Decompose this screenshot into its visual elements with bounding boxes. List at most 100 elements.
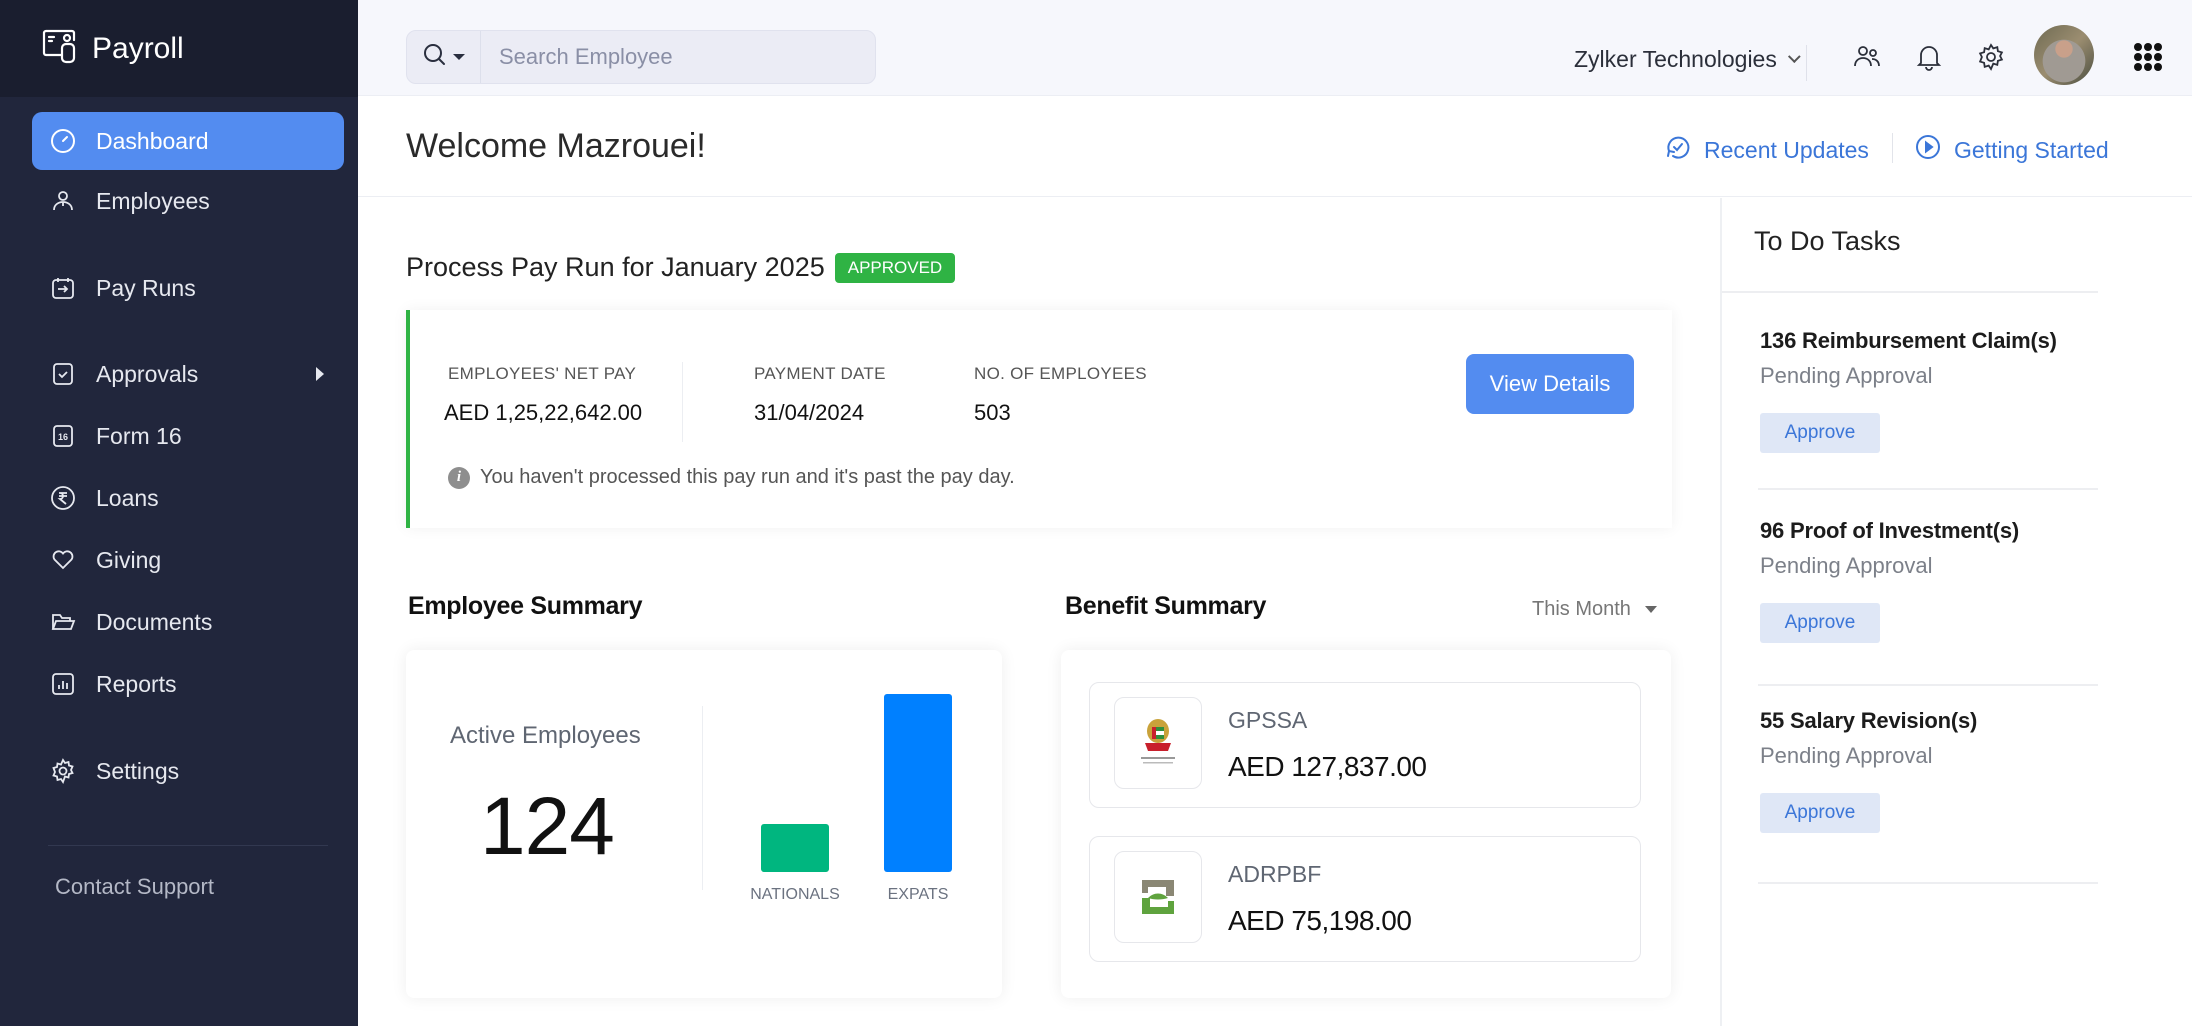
todo-divider bbox=[1722, 291, 2098, 293]
active-employees-label: Active Employees bbox=[450, 722, 641, 749]
benefit-summary-title: Benefit Summary bbox=[1065, 592, 1267, 620]
sidebar-item-dashboard[interactable]: Dashboard bbox=[32, 112, 344, 170]
recent-updates-label: Recent Updates bbox=[1704, 136, 1869, 163]
checkbox-icon bbox=[50, 361, 76, 387]
link-divider bbox=[1892, 133, 1893, 163]
getting-started-label: Getting Started bbox=[1954, 136, 2109, 163]
recent-updates-link[interactable]: Recent Updates bbox=[1664, 133, 1869, 167]
sidebar-item-label: Form 16 bbox=[96, 422, 182, 449]
avatar[interactable] bbox=[2034, 25, 2094, 85]
caret-down-icon bbox=[453, 54, 465, 60]
payment-date-value: 31/04/2024 bbox=[754, 400, 865, 425]
heart-icon bbox=[50, 547, 76, 573]
sidebar-item-settings[interactable]: Settings bbox=[32, 742, 344, 800]
todo-title: To Do Tasks bbox=[1754, 226, 1901, 256]
rupee-circle-icon bbox=[50, 485, 76, 511]
dashboard-icon bbox=[50, 128, 76, 154]
todo-divider bbox=[1758, 882, 2098, 884]
svg-text:16: 16 bbox=[58, 432, 68, 442]
sidebar-item-employees[interactable]: Employees bbox=[32, 172, 344, 230]
sidebar-divider bbox=[48, 845, 328, 846]
sidebar-item-label: Loans bbox=[96, 484, 159, 511]
employee-count-stat: NO. OF EMPLOYEES 503 bbox=[974, 364, 1147, 426]
employee-summary-card: Active Employees 124 NATIONALS EXPATS bbox=[406, 650, 1002, 998]
search-icon bbox=[422, 42, 448, 73]
sidebar-item-label: Pay Runs bbox=[96, 274, 196, 301]
sidebar-item-label: Approvals bbox=[96, 360, 199, 387]
payroll-logo-icon bbox=[40, 26, 80, 71]
todo-divider bbox=[1758, 684, 2098, 686]
benefit-item-gpssa[interactable]: GPSSA AED 127,837.00 bbox=[1089, 682, 1641, 808]
bar-chart-icon bbox=[50, 671, 76, 697]
form16-icon: 16 bbox=[50, 423, 76, 449]
sidebar-item-reports[interactable]: Reports bbox=[32, 655, 344, 713]
brand[interactable]: Payroll bbox=[0, 0, 358, 97]
payrun-title: Process Pay Run for January 2025 bbox=[406, 252, 825, 282]
sidebar-item-form-16[interactable]: 16 Form 16 bbox=[32, 407, 344, 465]
approve-button[interactable]: Approve bbox=[1760, 413, 1880, 453]
employee-count-label: NO. OF EMPLOYEES bbox=[974, 364, 1147, 383]
apps-grid-icon[interactable] bbox=[2134, 43, 2162, 71]
benefit-amount: AED 127,837.00 bbox=[1228, 751, 1427, 782]
todo-panel: To Do Tasks 136 Reimbursement Claim(s) P… bbox=[1720, 198, 2192, 1026]
payrun-header: Process Pay Run for January 2025 APPROVE… bbox=[406, 252, 956, 283]
caret-down-icon bbox=[1644, 606, 1657, 613]
task-status: Pending Approval bbox=[1760, 363, 1933, 388]
task-status: Pending Approval bbox=[1760, 553, 1933, 578]
sidebar-item-label: Settings bbox=[96, 757, 180, 784]
summary-divider bbox=[702, 706, 703, 890]
users-icon[interactable] bbox=[1852, 42, 1882, 72]
sidebar-item-loans[interactable]: Loans bbox=[32, 469, 344, 527]
approve-button[interactable]: Approve bbox=[1760, 793, 1880, 833]
period-dropdown[interactable]: This Month bbox=[1532, 598, 1657, 621]
gear-icon[interactable] bbox=[1976, 42, 2006, 72]
todo-divider bbox=[1758, 488, 2098, 490]
sidebar-item-giving[interactable]: Giving bbox=[32, 531, 344, 589]
getting-started-link[interactable]: Getting Started bbox=[1914, 133, 2109, 167]
bell-icon[interactable] bbox=[1914, 42, 1944, 72]
sidebar-item-documents[interactable]: Documents bbox=[32, 593, 344, 651]
contact-support-link[interactable]: Contact Support bbox=[55, 874, 214, 900]
bar-nationals bbox=[761, 824, 829, 872]
view-details-button[interactable]: View Details bbox=[1466, 354, 1634, 414]
status-badge: APPROVED bbox=[834, 252, 956, 283]
search-scope-dropdown[interactable] bbox=[407, 31, 481, 83]
benefit-name: GPSSA bbox=[1228, 707, 1308, 733]
benefit-summary-card: GPSSA AED 127,837.00 ADRPBF AED 75,198.0… bbox=[1061, 650, 1671, 998]
search-box[interactable] bbox=[406, 30, 876, 84]
search-input[interactable] bbox=[481, 44, 861, 70]
organization-name: Zylker Technologies bbox=[1574, 46, 1777, 72]
benefit-item-adrpbf[interactable]: ADRPBF AED 75,198.00 bbox=[1089, 836, 1641, 962]
sidebar-item-label: Documents bbox=[96, 608, 213, 635]
sidebar-item-approvals[interactable]: Approvals bbox=[32, 345, 344, 403]
gear-icon bbox=[50, 758, 76, 784]
period-value: This Month bbox=[1532, 598, 1631, 620]
welcome-bar: Welcome Mazrouei! Recent Updates Getting… bbox=[358, 97, 2192, 197]
play-circle-icon bbox=[1914, 133, 1954, 167]
approve-button[interactable]: Approve bbox=[1760, 603, 1880, 643]
person-icon bbox=[50, 188, 76, 214]
payment-date-stat: PAYMENT DATE 31/04/2024 bbox=[754, 364, 886, 426]
payment-date-label: PAYMENT DATE bbox=[754, 364, 886, 383]
sidebar-item-label: Giving bbox=[96, 546, 162, 573]
warning-text: You haven't processed this pay run and i… bbox=[480, 466, 1015, 488]
task-title: 55 Salary Revision(s) bbox=[1760, 708, 1978, 733]
task-title: 136 Reimbursement Claim(s) bbox=[1760, 328, 2057, 353]
organization-switcher[interactable]: Zylker Technologies bbox=[1574, 46, 1801, 73]
calendar-arrow-icon bbox=[50, 275, 76, 301]
bar-expats bbox=[884, 694, 952, 872]
adrpbf-logo bbox=[1114, 851, 1202, 943]
net-pay-stat: EMPLOYEES' NET PAY AED 1,25,22,642.00 bbox=[444, 364, 642, 426]
page-title: Welcome Mazrouei! bbox=[406, 127, 706, 165]
net-pay-label: EMPLOYEES' NET PAY bbox=[448, 364, 637, 383]
folder-icon bbox=[50, 609, 76, 635]
sidebar-item-label: Reports bbox=[96, 670, 177, 697]
benefit-name: ADRPBF bbox=[1228, 861, 1322, 887]
payrun-warning: i You haven't processed this pay run and… bbox=[448, 466, 1015, 489]
refresh-check-icon bbox=[1664, 133, 1704, 167]
sidebar-item-label: Employees bbox=[96, 187, 210, 214]
sidebar-item-pay-runs[interactable]: Pay Runs bbox=[32, 259, 344, 317]
stat-divider bbox=[682, 362, 683, 442]
task-title: 96 Proof of Investment(s) bbox=[1760, 518, 2020, 543]
submenu-arrow-icon bbox=[316, 367, 324, 381]
